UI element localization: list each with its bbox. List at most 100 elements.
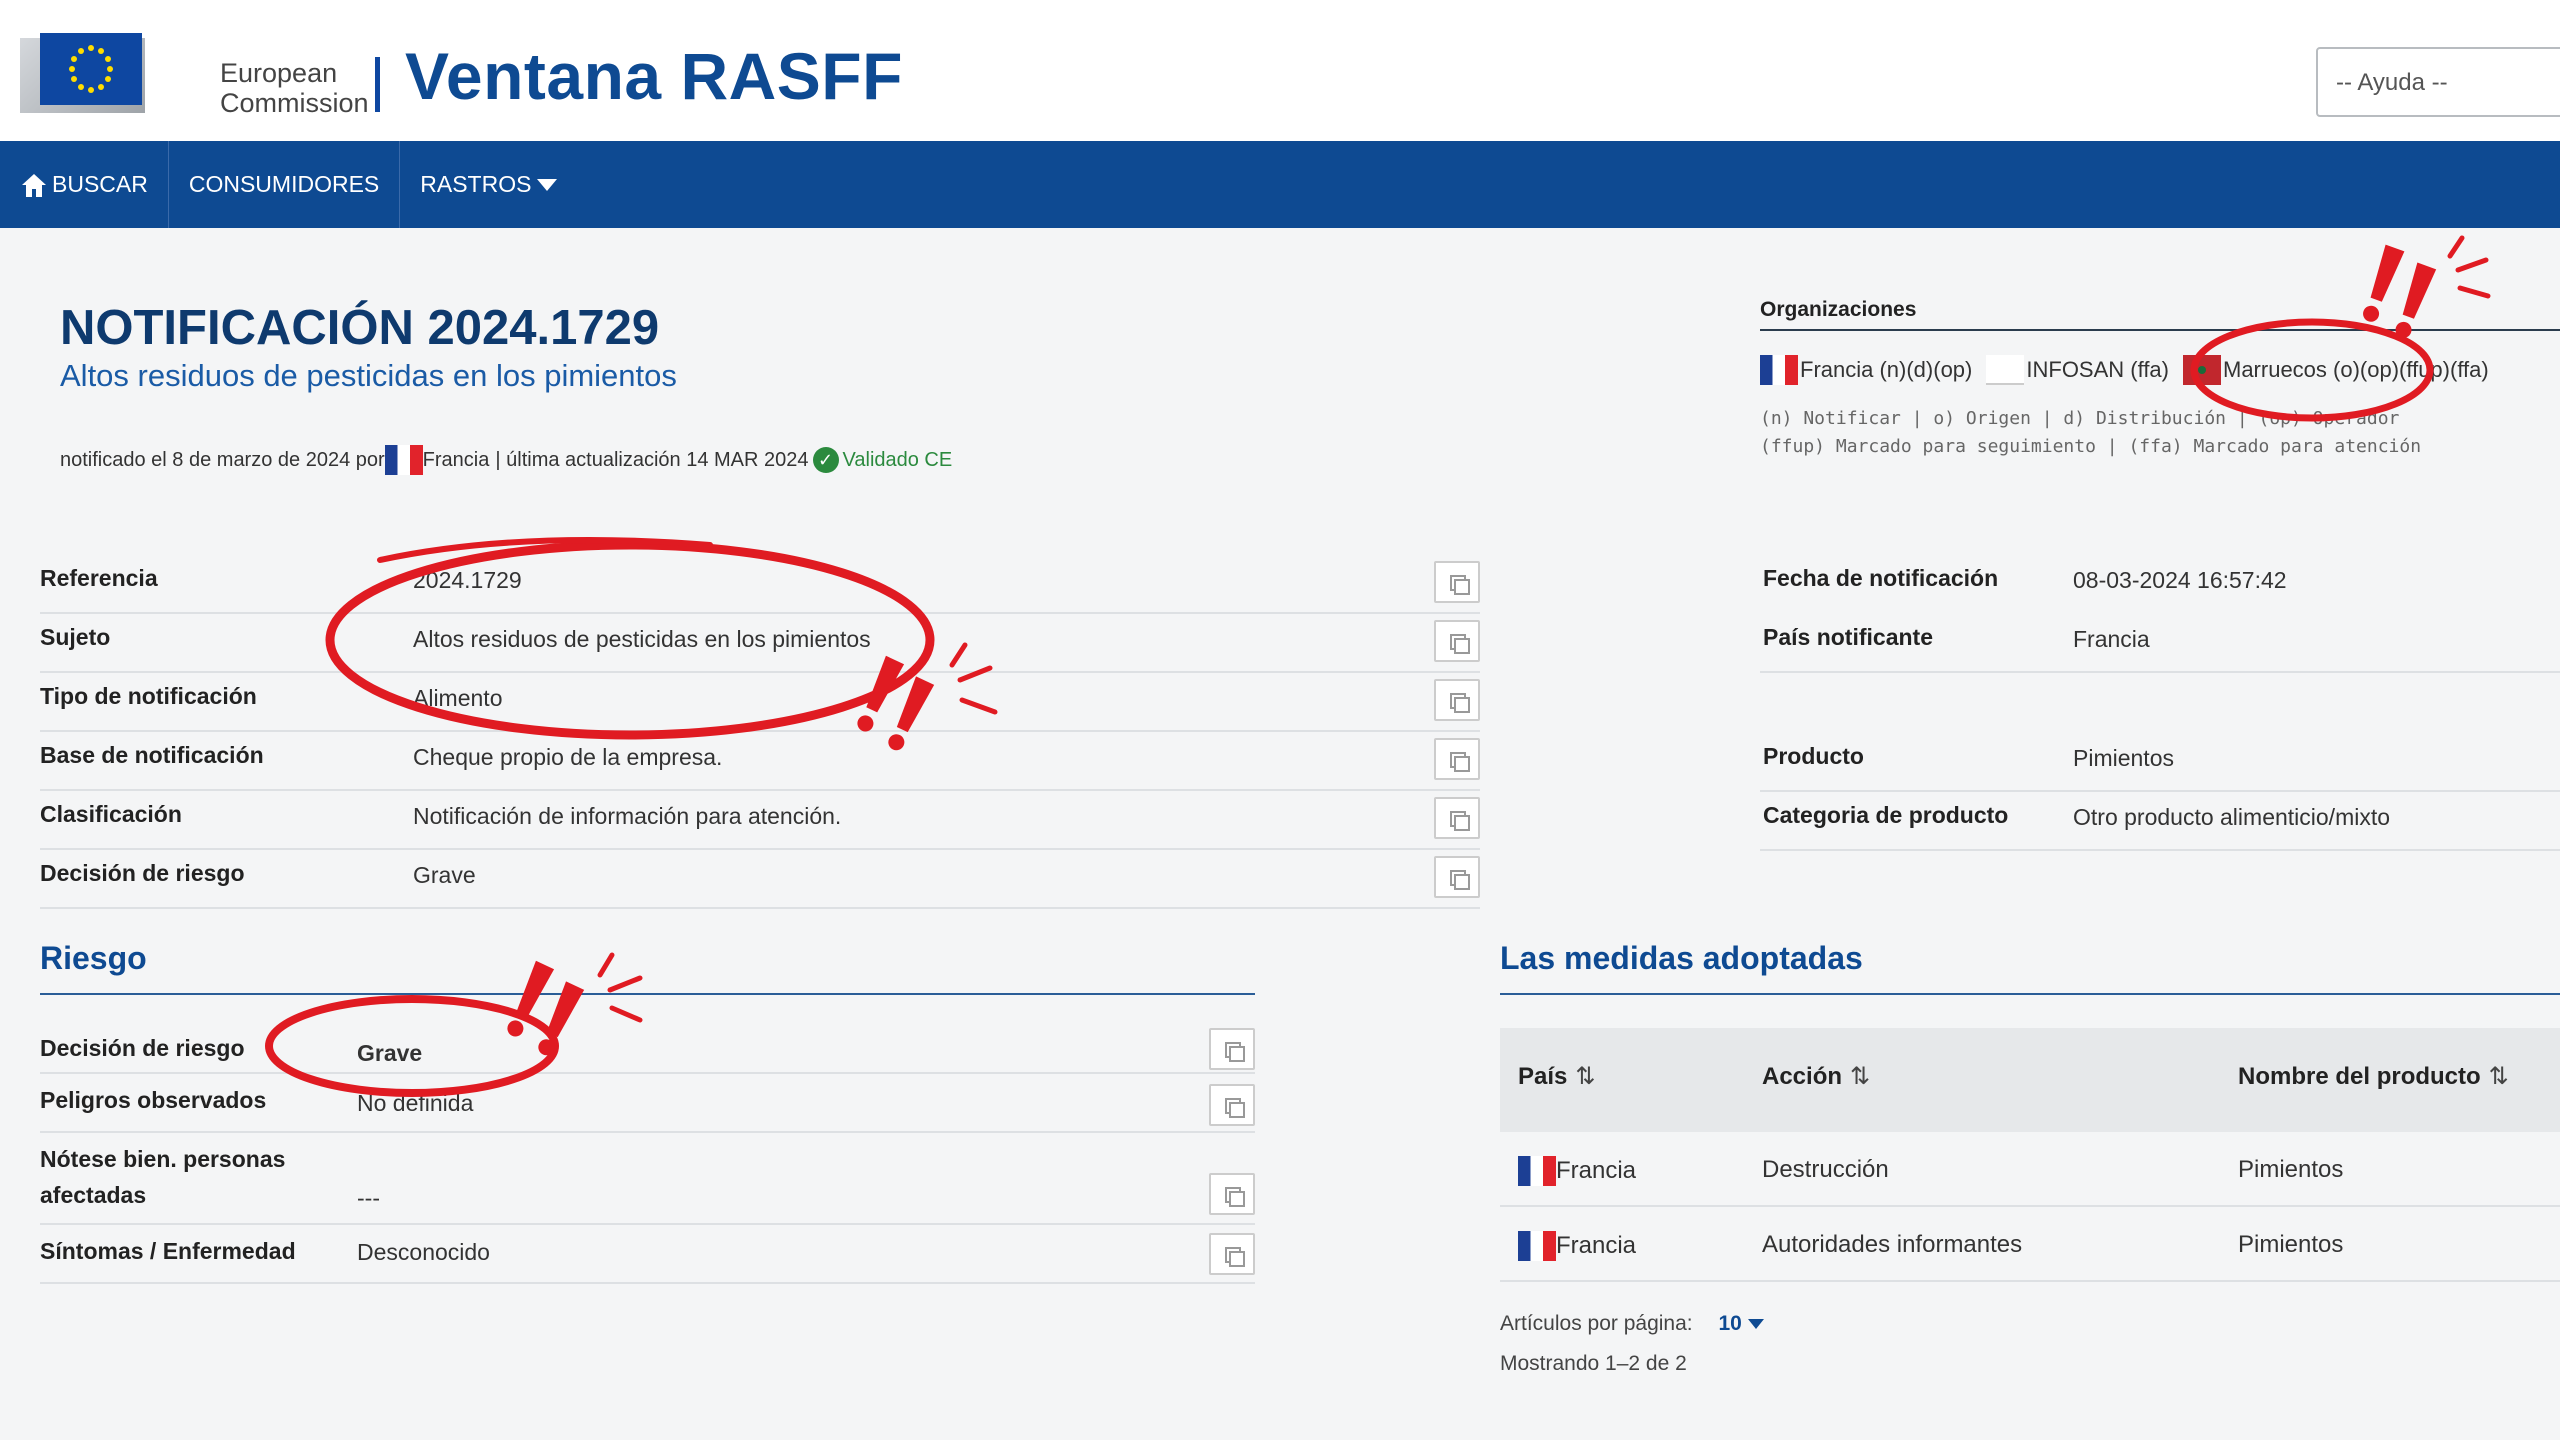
detail-value: Cheque propio de la empresa. [413, 744, 723, 770]
detail-value: 2024.1729 [413, 567, 522, 593]
logo-separator [375, 57, 380, 112]
copy-icon[interactable] [1434, 679, 1480, 721]
detail-row-referencia: Referencia 2024.1729 [40, 555, 1480, 614]
notification-meta: notificado el 8 de marzo de 2024 por Fra… [60, 445, 952, 475]
column-header-pais[interactable]: País ⇅ [1518, 1062, 1595, 1091]
cell-action: Autoridades informantes [1762, 1231, 2023, 1258]
copy-icon[interactable] [1434, 561, 1480, 603]
cell-country: Francia [1518, 1156, 1636, 1186]
detail-row-pais: País notificante Francia [1760, 614, 2560, 673]
pagination-status: Mostrando 1–2 de 2 [1500, 1352, 1687, 1375]
france-flag-icon [1518, 1156, 1556, 1186]
notification-details: Referencia 2024.1729 Sujeto Altos residu… [40, 555, 1480, 909]
copy-icon[interactable] [1209, 1173, 1255, 1215]
riesgo-row-personas: Nótese bien. personas afectadas --- [40, 1133, 1255, 1225]
detail-label: Base de notificación [40, 742, 264, 768]
cell-product: Pimientos [2238, 1156, 2344, 1183]
detail-value: Altos residuos de pesticidas en los pimi… [413, 626, 871, 652]
sort-icon[interactable]: ⇅ [1575, 1063, 1595, 1090]
column-header-accion[interactable]: Acción ⇅ [1762, 1062, 1870, 1091]
copy-icon[interactable] [1434, 738, 1480, 780]
org-item-marruecos[interactable]: Marruecos (o)(op)(ffup)(ffa) [2183, 355, 2489, 385]
detail-value: Alimento [413, 685, 503, 711]
detail-value: Pimientos [2073, 745, 2174, 771]
france-flag-icon [1518, 1231, 1556, 1261]
check-circle-icon: ✓ [812, 447, 839, 473]
medidas-table: País ⇅ Acción ⇅ Nombre del producto ⇅ Franc… [1500, 1028, 2560, 1282]
detail-label: Decisión de riesgo [40, 860, 245, 886]
medidas-table-header: País ⇅ Acción ⇅ Nombre del producto ⇅ [1500, 1028, 2560, 1132]
copy-icon[interactable] [1434, 620, 1480, 662]
detail-label: Sujeto [40, 624, 111, 650]
detail-value: Francia [2073, 626, 2150, 652]
cell-country: Francia [1518, 1231, 1636, 1261]
organizations-legend: (n) Notificar | o) Origen | d) Distribuc… [1760, 408, 2422, 457]
detail-label: Clasificación [40, 801, 182, 827]
nav-consumidores-label: CONSUMIDORES [188, 171, 380, 197]
riesgo-value: Desconocido [357, 1239, 490, 1265]
items-per-page-label: Artículos por página: [1500, 1312, 1693, 1335]
app-title[interactable]: Ventana RASFF [405, 38, 903, 114]
org-item-francia[interactable]: Francia (n)(d)(op) [1760, 355, 1972, 385]
detail-value: Otro producto alimenticio/mixto [2073, 804, 2391, 830]
ec-logo-text: European Commission [220, 58, 369, 118]
medidas-divider [1500, 993, 2560, 995]
meta-prefix: notificado el 8 de marzo de 2024 por [60, 448, 385, 471]
riesgo-divider [40, 993, 1255, 995]
column-header-producto[interactable]: Nombre del producto ⇅ [2238, 1062, 2509, 1091]
table-row[interactable]: Francia Autoridades informantes Pimiento… [1500, 1207, 2560, 1282]
detail-label: País notificante [1763, 624, 1933, 650]
riesgo-title: Riesgo [40, 940, 147, 976]
copy-icon[interactable] [1434, 856, 1480, 898]
riesgo-label: Peligros observados [40, 1087, 267, 1113]
organizations-title: Organizaciones [1760, 298, 1917, 321]
page-header: European Commission Ventana RASFF -- Ayu… [0, 0, 2560, 141]
org-label: Marruecos (o)(op)(ffup)(ffa) [2223, 357, 2489, 382]
notification-title: NOTIFICACIÓN 2024.1729 [60, 301, 660, 355]
copy-icon[interactable] [1209, 1084, 1255, 1126]
nav-rastros-label: RASTROS [420, 171, 532, 197]
detail-row-base: Base de notificación Cheque propio de la… [40, 732, 1480, 791]
nav-rastros[interactable]: RASTROS [400, 141, 577, 228]
main-nav: BUSCAR CONSUMIDORES RASTROS [0, 141, 2560, 228]
help-dropdown[interactable]: -- Ayuda -- [2316, 47, 2560, 117]
organizations-divider [1760, 329, 2560, 331]
nav-consumidores[interactable]: CONSUMIDORES [169, 141, 401, 228]
caret-down-icon [1747, 1319, 1764, 1330]
detail-label: Fecha de notificación [1763, 565, 1999, 591]
copy-icon[interactable] [1209, 1233, 1255, 1275]
riesgo-label: Decisión de riesgo [40, 1035, 245, 1061]
detail-row-producto: Producto Pimientos [1760, 733, 2560, 792]
france-flag-icon [384, 445, 423, 475]
home-icon [22, 173, 46, 197]
items-per-page: Artículos por página: 10 [1500, 1312, 1764, 1336]
organizations-list: Francia (n)(d)(op) INFOSAN (ffa) Marruec… [1760, 355, 2503, 385]
sort-icon[interactable]: ⇅ [2489, 1063, 2509, 1090]
table-row[interactable]: Francia Destrucción Pimientos [1500, 1132, 2560, 1207]
detail-row-sujeto: Sujeto Altos residuos de pesticidas en l… [40, 614, 1480, 673]
notification-details-right: Fecha de notificación 08-03-2024 16:57:4… [1760, 555, 2560, 851]
org-item-infosan[interactable]: INFOSAN (ffa) [1986, 355, 2169, 385]
riesgo-value: No definida [357, 1090, 474, 1116]
copy-icon[interactable] [1434, 797, 1480, 839]
detail-value: Grave [413, 862, 476, 888]
org-label: INFOSAN (ffa) [2026, 357, 2169, 382]
sort-icon[interactable]: ⇅ [1850, 1063, 1870, 1090]
detail-row-tipo: Tipo de notificación Alimento [40, 673, 1480, 732]
riesgo-label: Nótese bien. personas afectadas [40, 1146, 286, 1208]
exclamation-icon [2363, 244, 2437, 338]
detail-row-clasificacion: Clasificación Notificación de informació… [40, 791, 1480, 850]
nav-buscar[interactable]: BUSCAR [0, 141, 169, 228]
validated-badge: Validado CE [842, 448, 953, 471]
copy-icon[interactable] [1209, 1028, 1255, 1070]
medidas-title: Las medidas adoptadas [1500, 940, 1863, 976]
riesgo-row-decision: Decisión de riesgo Grave [40, 1020, 1255, 1074]
meta-country: Francia [422, 448, 490, 471]
items-per-page-select[interactable]: 10 [1718, 1312, 1764, 1335]
morocco-flag-icon [2183, 355, 2221, 385]
detail-value: Notificación de información para atenció… [413, 803, 842, 829]
france-flag-icon [1760, 355, 1798, 385]
notification-subtitle: Altos residuos de pesticidas en los pimi… [60, 358, 677, 393]
riesgo-row-peligros: Peligros observados No definida [40, 1074, 1255, 1133]
eu-flag-logo[interactable] [40, 33, 142, 105]
